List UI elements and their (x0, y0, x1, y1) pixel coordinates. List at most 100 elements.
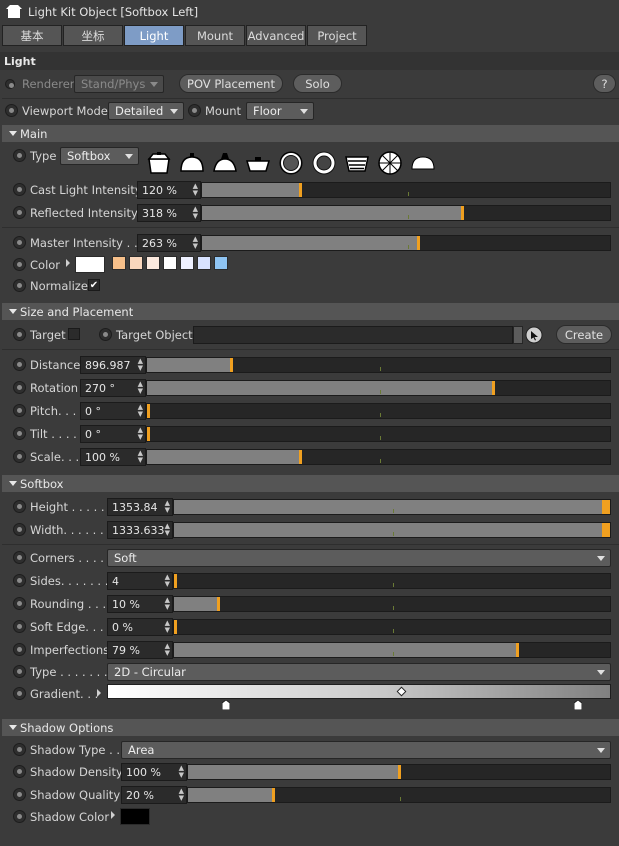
stepper-arrows-icon[interactable]: ▲ ▼ (179, 765, 184, 779)
normalize-checkbox[interactable]: ✔ (88, 279, 100, 291)
expand-arrow-icon[interactable] (513, 326, 523, 344)
slider-knob[interactable] (147, 427, 150, 441)
pick-cursor-icon[interactable] (525, 326, 543, 344)
scale-input[interactable]: 100 % ▲ ▼ (80, 448, 146, 466)
target-radio[interactable] (13, 328, 26, 341)
pitch-slider[interactable] (146, 403, 611, 419)
scale-radio[interactable] (13, 450, 26, 463)
striped-panel-icon[interactable] (340, 150, 373, 176)
stepper-arrows-icon[interactable]: ▲ ▼ (138, 450, 143, 464)
color-swatch[interactable] (75, 256, 105, 273)
create-target-button[interactable]: Create (556, 325, 612, 344)
reflected-intensity-slider[interactable] (201, 205, 611, 221)
ring-light-bold-icon[interactable] (307, 150, 340, 176)
cast-intensity-radio[interactable] (13, 183, 26, 196)
gradient-bar[interactable] (107, 684, 611, 699)
color-preset-swatch[interactable] (112, 256, 126, 270)
tilt-slider[interactable] (146, 426, 611, 442)
slider-knob[interactable] (147, 404, 150, 418)
shadow-density-slider[interactable] (187, 764, 611, 780)
reflected-intensity-input[interactable]: 318 % ▲ ▼ (137, 204, 201, 222)
tab-light[interactable]: Light (124, 25, 184, 46)
stepper-arrows-icon[interactable]: ▲ ▼ (138, 381, 143, 395)
stepper-arrows-icon[interactable]: ▲ ▼ (165, 620, 170, 634)
scale-slider[interactable] (146, 449, 611, 465)
mount-select[interactable]: Floor (246, 102, 314, 120)
half-dome-icon[interactable] (406, 150, 439, 176)
sides-slider[interactable] (173, 573, 611, 589)
help-button[interactable]: ? (593, 74, 616, 93)
color-radio[interactable] (13, 258, 26, 271)
shadow-density-radio[interactable] (13, 765, 26, 778)
shadow-type-select[interactable]: Area (121, 741, 611, 759)
stepper-arrows-icon[interactable]: ▲ ▼ (165, 643, 170, 657)
spot-dome-icon[interactable] (208, 150, 241, 176)
light-type-select[interactable]: Softbox (60, 147, 139, 165)
mount-radio[interactable] (188, 104, 201, 117)
dome-light-icon[interactable] (175, 150, 208, 176)
reflected-intensity-radio[interactable] (13, 206, 26, 219)
rounding-slider[interactable] (173, 596, 611, 612)
corners-radio[interactable] (13, 551, 26, 564)
rounding-input[interactable]: 10 % ▲ ▼ (107, 595, 173, 613)
renderer-radio[interactable] (5, 79, 15, 89)
color-preset-swatch[interactable] (163, 256, 177, 270)
height-radio[interactable] (13, 500, 26, 513)
shadow-density-input[interactable]: 100 % ▲ ▼ (121, 763, 187, 781)
shadow-color-swatch[interactable] (120, 808, 150, 825)
ring-light-icon[interactable] (274, 150, 307, 176)
rotation-slider[interactable] (146, 380, 611, 396)
gradient-radio[interactable] (13, 687, 26, 700)
shadow-quality-input[interactable]: 20 % ▲ ▼ (121, 786, 187, 804)
target-checkbox[interactable] (68, 328, 80, 340)
viewport-mode-select[interactable]: Detailed (108, 102, 184, 120)
cast-intensity-slider[interactable] (201, 182, 611, 198)
imperfections-radio[interactable] (13, 643, 26, 656)
tab-mount[interactable]: Mount (185, 25, 245, 46)
softbox-type-select[interactable]: 2D - Circular (107, 663, 611, 681)
gradient-stop-handle[interactable] (221, 699, 231, 711)
expand-arrow-icon[interactable] (111, 811, 115, 819)
slider-knob[interactable] (516, 643, 519, 657)
color-preset-swatch[interactable] (197, 256, 211, 270)
stepper-arrows-icon[interactable]: ▲ ▼ (138, 358, 143, 372)
slider-knob[interactable] (492, 381, 495, 395)
tilt-input[interactable]: 0 ° ▲ ▼ (80, 425, 146, 443)
slider-knob[interactable] (272, 788, 275, 802)
tilt-radio[interactable] (13, 427, 26, 440)
width-input[interactable]: 1333.633 ▲ ▼ (107, 521, 173, 539)
rotation-input[interactable]: 270 ° ▲ ▼ (80, 379, 146, 397)
expand-arrow-icon[interactable] (97, 689, 101, 697)
normalize-radio[interactable] (13, 279, 26, 292)
imperfections-input[interactable]: 79 % ▲ ▼ (107, 641, 173, 659)
color-preset-swatch[interactable] (180, 256, 194, 270)
solo-button[interactable]: Solo (293, 74, 342, 93)
color-preset-swatch[interactable] (129, 256, 143, 270)
color-preset-swatch[interactable] (214, 256, 228, 270)
soft-edge-input[interactable]: 0 % ▲ ▼ (107, 618, 173, 636)
tab-basic[interactable]: 基本 (2, 25, 62, 46)
slider-knob[interactable] (299, 183, 302, 197)
softbox-box-icon[interactable] (142, 150, 175, 176)
stepper-arrows-icon[interactable]: ▲ ▼ (138, 427, 143, 441)
sides-radio[interactable] (13, 574, 26, 587)
shadow-color-radio[interactable] (13, 810, 26, 823)
slider-knob[interactable] (602, 500, 610, 514)
section-softbox-header[interactable]: Softbox (2, 475, 619, 492)
stepper-arrows-icon[interactable]: ▲ ▼ (193, 183, 198, 197)
slider-knob[interactable] (174, 574, 177, 588)
slider-knob[interactable] (230, 358, 233, 372)
height-input[interactable]: 1353.84 ▲ ▼ (107, 498, 173, 516)
stepper-arrows-icon[interactable]: ▲ ▼ (165, 500, 170, 514)
rotation-radio[interactable] (13, 381, 26, 394)
shadow-type-radio[interactable] (13, 743, 26, 756)
stepper-arrows-icon[interactable]: ▲ ▼ (165, 597, 170, 611)
stepper-arrows-icon[interactable]: ▲ ▼ (193, 206, 198, 220)
tab-project[interactable]: Project (307, 25, 367, 46)
imperfections-slider[interactable] (173, 642, 611, 658)
slider-knob[interactable] (602, 523, 610, 537)
rounding-radio[interactable] (13, 597, 26, 610)
distance-input[interactable]: 896.987 ▲ ▼ (80, 356, 146, 374)
stepper-arrows-icon[interactable]: ▲ ▼ (193, 236, 198, 250)
slider-knob[interactable] (417, 236, 420, 250)
